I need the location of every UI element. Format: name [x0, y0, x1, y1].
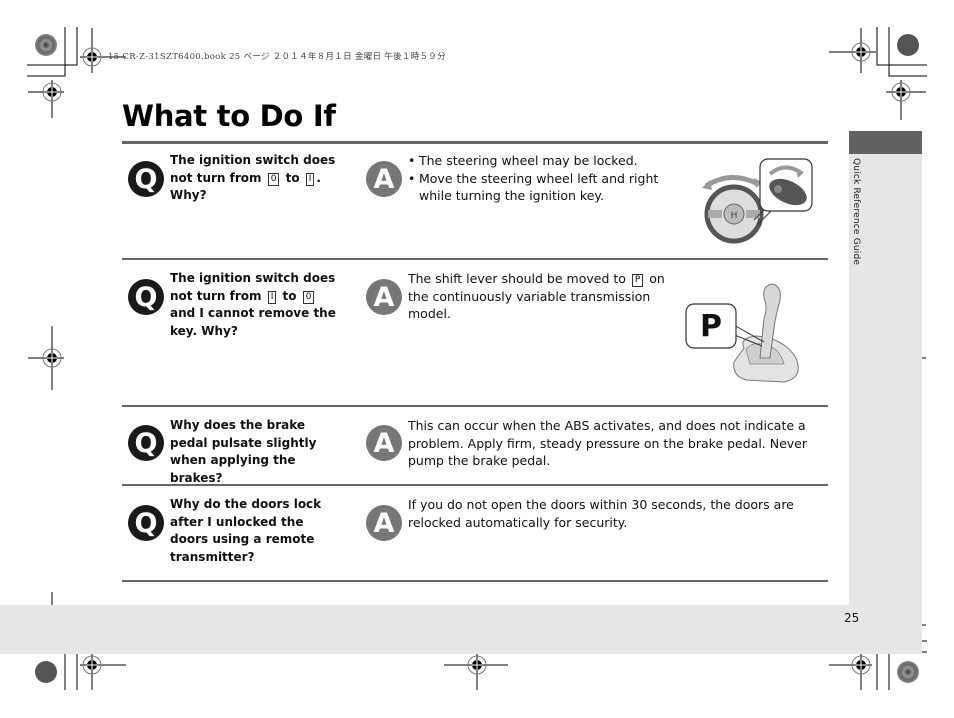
- section-tab-label: Quick Reference Guide: [851, 158, 861, 266]
- answer-text: This can occur when the ABS activates, a…: [408, 418, 808, 468]
- color-target-icon: [35, 661, 57, 683]
- ignition-key-position-0: 0: [267, 172, 280, 186]
- color-target-icon: [35, 34, 57, 56]
- answer-bullet: Move the steering wheel left and right w…: [408, 170, 676, 205]
- question-text: Why does the brake pedal pulsate slightl…: [170, 418, 317, 485]
- bottom-rule: [122, 580, 828, 582]
- shift-lever-illustration: P: [685, 283, 799, 383]
- answer-badge: A: [366, 505, 402, 541]
- page-title: What to Do If: [122, 99, 336, 133]
- question-badge: Q: [128, 279, 164, 315]
- svg-text:H: H: [731, 211, 738, 221]
- registration-mark-icon: [28, 80, 64, 118]
- park-label: P: [700, 309, 722, 344]
- item-divider: [122, 258, 828, 260]
- registration-mark-icon: [829, 653, 872, 690]
- color-target-icon: [897, 34, 919, 56]
- question-badge: Q: [128, 425, 164, 461]
- answer-text: The shift lever should be moved to P on …: [408, 271, 665, 321]
- ignition-key-position-I: I: [267, 290, 277, 304]
- shift-position-P: P: [631, 274, 644, 287]
- answer-text: If you do not open the doors within 30 s…: [408, 497, 794, 530]
- question-badge: Q: [128, 161, 164, 197]
- item-divider: [122, 484, 828, 486]
- registration-mark-icon: [886, 80, 926, 120]
- ignition-key-position-0: 0: [302, 290, 315, 304]
- answer-badge: A: [366, 425, 402, 461]
- registration-mark-icon: [80, 653, 126, 690]
- answer-bullet: The steering wheel may be locked.: [408, 152, 676, 170]
- answer-badge: A: [366, 161, 402, 197]
- registration-mark-icon: [444, 653, 508, 690]
- ignition-key-position-I: I: [305, 172, 315, 186]
- answer-badge: A: [366, 279, 402, 315]
- steering-wheel-illustration: H: [702, 158, 813, 244]
- title-rule: [122, 141, 828, 144]
- print-header: 15 CR-Z-31SZT6400.book 25 ページ ２０１４年８月１日 …: [108, 52, 446, 62]
- question-text: Why do the doors lock after I unlocked t…: [170, 497, 322, 564]
- item-divider: [122, 405, 828, 407]
- color-target-icon: [897, 661, 919, 683]
- answer-text: The steering wheel may be locked. Move t…: [408, 152, 676, 205]
- question-badge: Q: [128, 505, 164, 541]
- registration-mark-icon: [829, 28, 876, 73]
- footer-band: [0, 605, 922, 654]
- question-text: The ignition switch does not turn from 0…: [170, 153, 336, 202]
- section-tab-marker[interactable]: [849, 131, 922, 154]
- question-text: The ignition switch does not turn from I…: [170, 271, 336, 338]
- registration-mark-icon: [28, 326, 64, 390]
- page-number: 25: [844, 611, 860, 625]
